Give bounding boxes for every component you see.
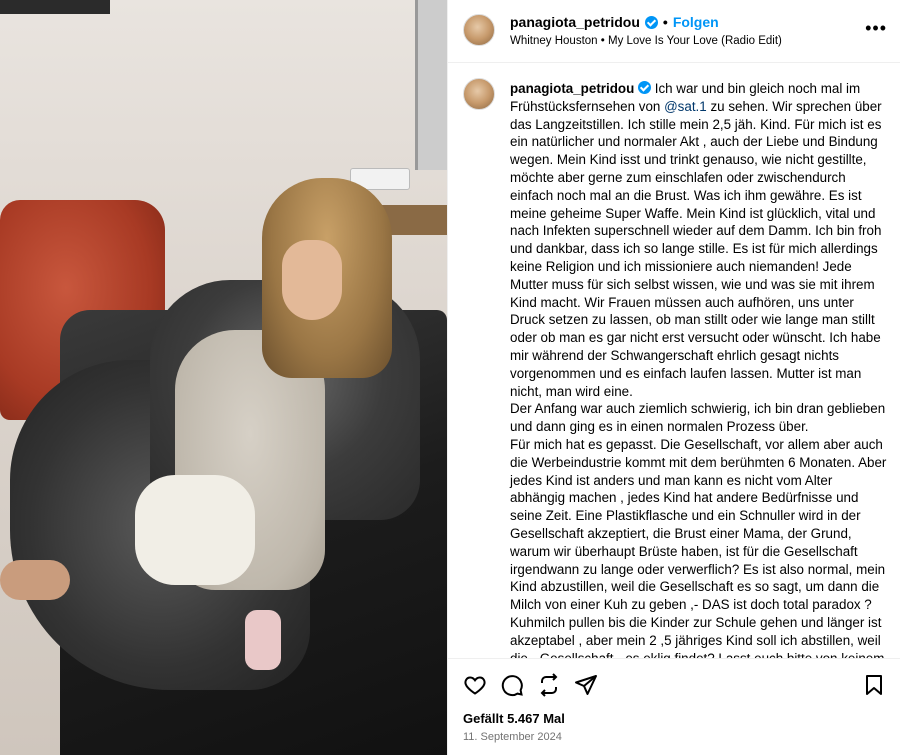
post-side-panel: panagiota_petridou • Folgen Whitney Hous… [447,0,900,755]
photo-feet [0,560,70,600]
caption-text: panagiota_petridou Ich war und bin gleic… [510,80,890,658]
post-author: panagiota_petridou • Folgen [510,14,719,30]
heart-icon[interactable] [463,673,487,697]
likes-count[interactable]: Gefällt 5.467 Mal [463,711,565,726]
follow-button[interactable]: Folgen [673,14,719,30]
post-header: panagiota_petridou • Folgen Whitney Hous… [448,0,900,63]
share-icon[interactable] [537,673,561,697]
more-options-icon[interactable]: ••• [865,18,887,39]
photo-wall-picture [415,0,447,170]
photo-wall-frame [0,0,110,14]
avatar[interactable] [463,78,495,110]
caption-username[interactable]: panagiota_petridou [510,81,634,96]
post-photo [0,0,447,755]
photo-face [282,240,342,320]
send-icon[interactable] [574,673,598,697]
caption-paragraph-2: Der Anfang war auch ziemlich schwierig, … [510,401,886,435]
verified-icon [637,81,651,94]
caption-paragraph-3: Für mich hat es gepasst. Die Gesellschaf… [510,436,889,658]
avatar[interactable] [463,14,495,46]
post-date: 11. September 2024 [463,731,562,743]
mention-link[interactable]: @sat.1 [664,99,707,114]
bookmark-icon[interactable] [862,673,886,697]
comment-icon[interactable] [500,673,524,697]
comments-area[interactable]: panagiota_petridou Ich war und bin gleic… [448,64,900,658]
action-bar [448,658,900,710]
caption-paragraph-1: zu sehen. Wir sprechen über das Langzeit… [510,98,882,399]
separator-dot: • [662,14,668,30]
username-link[interactable]: panagiota_petridou [510,14,640,30]
verified-icon [644,15,658,29]
music-link[interactable]: Whitney Houston • My Love Is Your Love (… [510,35,782,47]
photo-diaper [135,475,255,585]
photo-sock [245,610,281,670]
